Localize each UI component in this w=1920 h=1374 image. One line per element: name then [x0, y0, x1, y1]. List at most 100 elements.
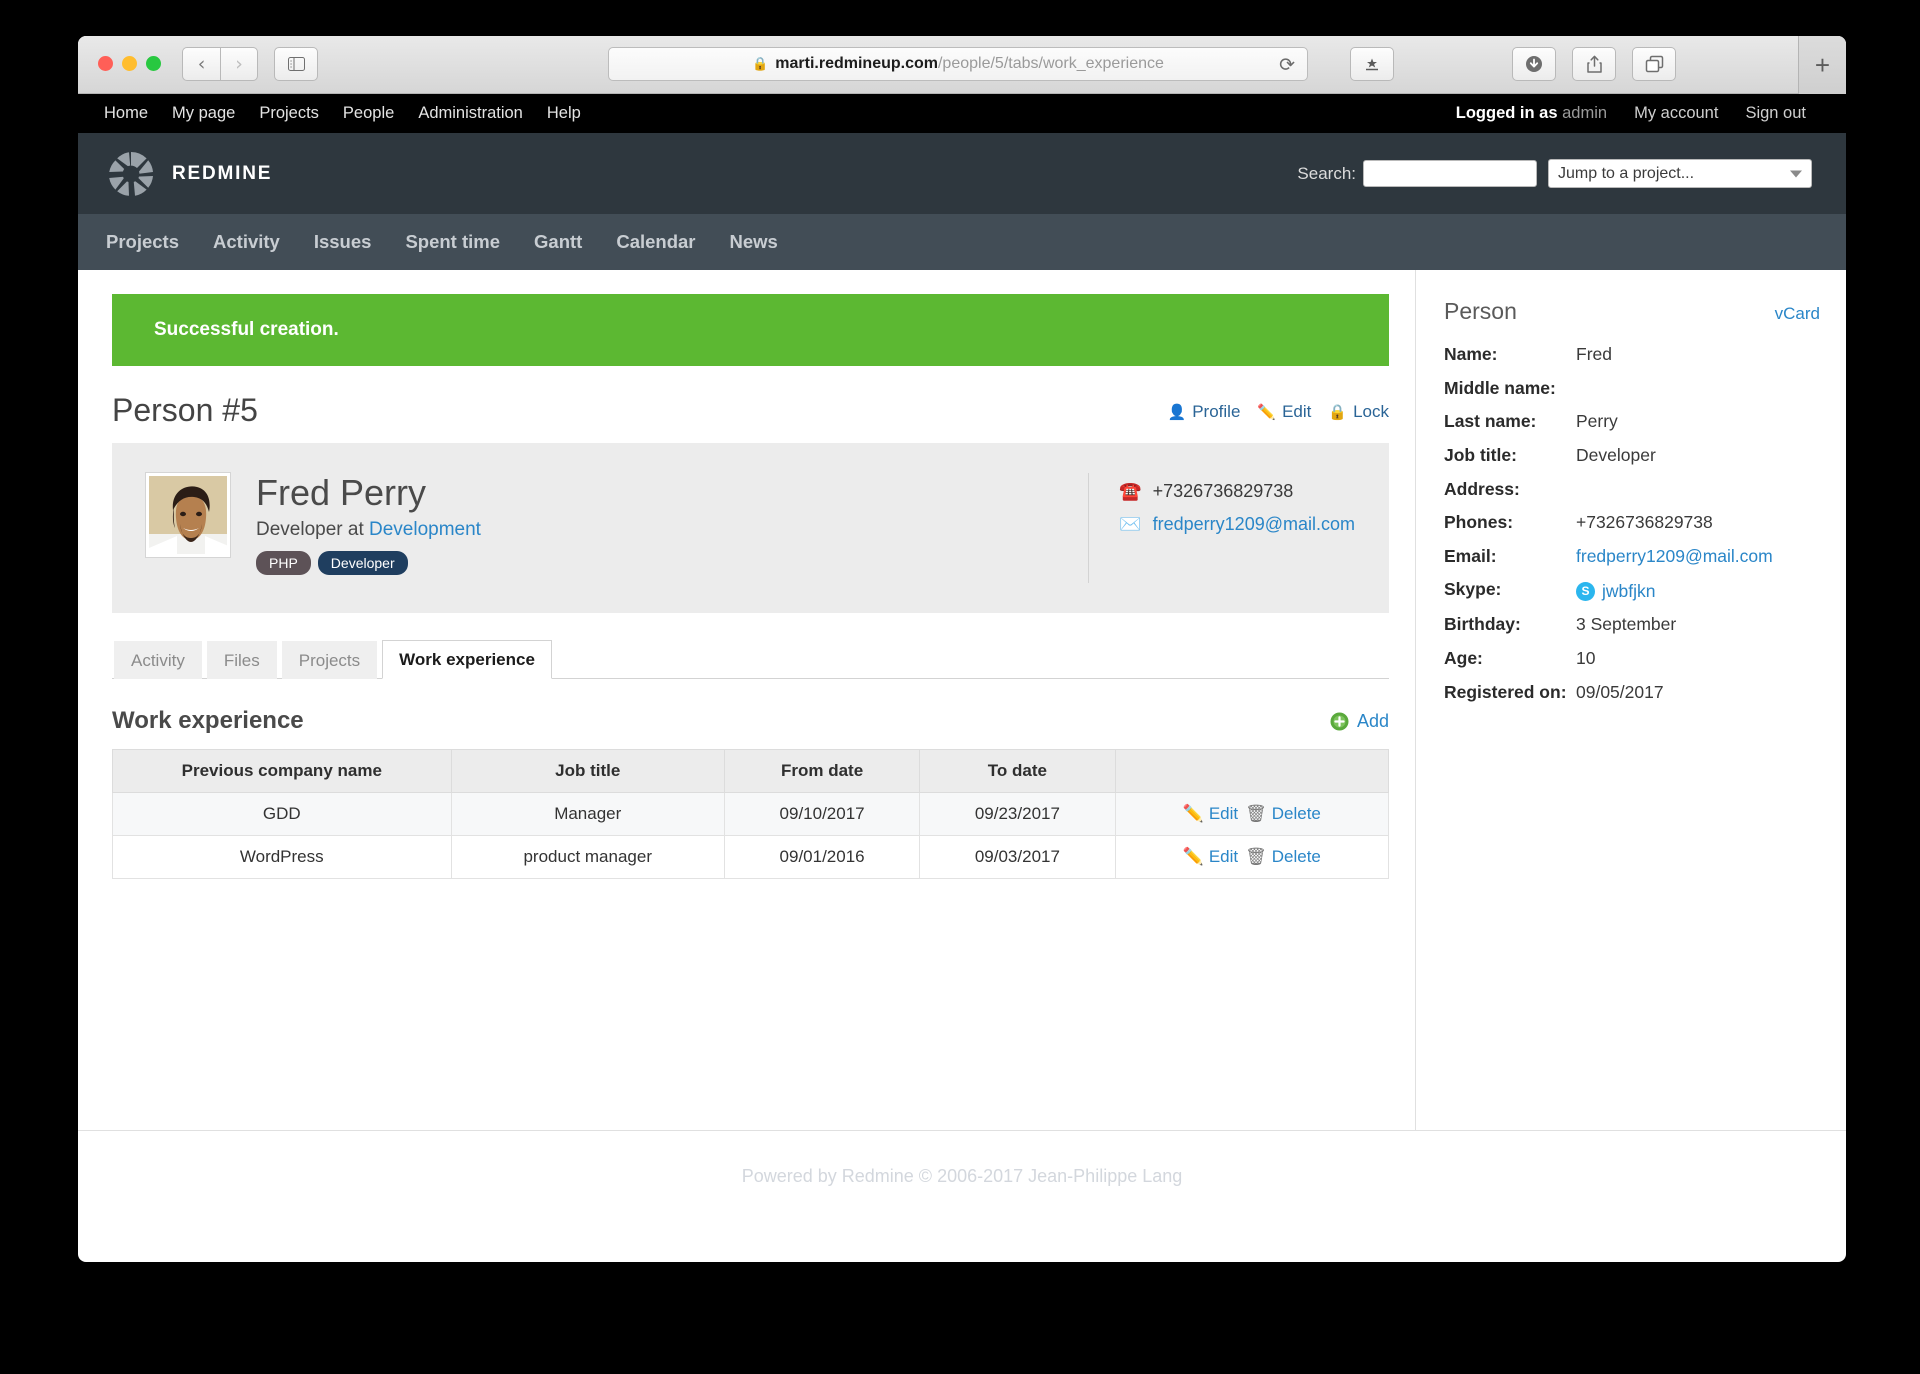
add-work-experience-button[interactable]: Add [1330, 711, 1389, 732]
address-bar[interactable]: 🔒 marti.redmineup.com/people/5/tabs/work… [608, 47, 1308, 81]
attr-value: 09/05/2017 [1576, 681, 1664, 705]
logged-in-username[interactable]: admin [1562, 104, 1607, 122]
attr-value: S jwbfjkn [1576, 578, 1656, 603]
main-menu-item-calendar[interactable]: Calendar [616, 231, 695, 253]
person-phone-row: ☎️ +7326736829738 [1119, 481, 1355, 502]
lock-action-label: Lock [1353, 402, 1389, 422]
person-tags: PHP Developer [256, 551, 481, 575]
main-menu-item-issues[interactable]: Issues [314, 231, 372, 253]
sidebar-email-link[interactable]: fredperry1209@mail.com [1576, 546, 1773, 566]
row-edit-button[interactable]: ✏️ Edit [1183, 847, 1238, 867]
project-jump-select[interactable]: Jump to a project... [1548, 159, 1812, 188]
profile-action-label: Profile [1192, 402, 1240, 422]
main-menu-item-activity[interactable]: Activity [213, 231, 280, 253]
tab-work-experience[interactable]: Work experience [382, 640, 552, 679]
edit-action[interactable]: ✏️ Edit [1257, 402, 1311, 422]
row-edit-button[interactable]: ✏️ Edit [1183, 804, 1238, 824]
main-menu-item-gantt[interactable]: Gantt [534, 231, 582, 253]
maximize-window-button[interactable] [146, 56, 161, 71]
tab-files[interactable]: Files [207, 641, 277, 679]
table-row: WordPress product manager 09/01/2016 09/… [113, 836, 1389, 879]
search-label: Search: [1297, 164, 1356, 184]
app-logo[interactable]: REDMINE [106, 149, 272, 199]
flash-message: Successful creation. [154, 319, 339, 340]
top-menu-item-projects[interactable]: Projects [259, 104, 319, 123]
my-account-link[interactable]: My account [1634, 104, 1718, 123]
search-input[interactable] [1363, 160, 1537, 187]
downloads-button[interactable] [1512, 47, 1556, 81]
page-title: Person #5 [112, 392, 258, 429]
main-menu-item-spent-time[interactable]: Spent time [405, 231, 500, 253]
tag-developer[interactable]: Developer [318, 551, 408, 575]
content-area: Successful creation. Person #5 👤 Profile… [78, 270, 1846, 1130]
attr-registered-on: Registered on: 09/05/2017 [1444, 681, 1820, 705]
work-experience-table: Previous company name Job title From dat… [112, 749, 1389, 879]
reload-icon[interactable]: ⟳ [1279, 54, 1295, 77]
back-button[interactable]: ‹ [182, 47, 220, 81]
top-menu-item-administration[interactable]: Administration [418, 104, 523, 123]
tag-php[interactable]: PHP [256, 551, 311, 575]
envelope-icon: ✉️ [1119, 514, 1141, 535]
downloads-icon [1524, 54, 1544, 74]
profile-action[interactable]: 👤 Profile [1168, 402, 1241, 422]
row-delete-button[interactable]: 🗑 Delete [1245, 804, 1321, 824]
attr-label: Last name: [1444, 410, 1576, 434]
lock-action[interactable]: 🔒 Lock [1328, 402, 1389, 422]
share-button[interactable] [1572, 47, 1616, 81]
sign-out-link[interactable]: Sign out [1745, 104, 1806, 123]
sidebar-toggle-button[interactable] [274, 47, 318, 81]
tab-activity[interactable]: Activity [114, 641, 202, 679]
app-header: REDMINE Search: Jump to a project... [78, 133, 1846, 214]
lock-icon: 🔒 [752, 56, 768, 72]
sidebar-toggle-icon [288, 57, 305, 71]
attr-skype: Skype: S jwbfjkn [1444, 578, 1820, 603]
person-tabs: Activity Files Projects Work experience [112, 639, 1389, 679]
row-delete-label: Delete [1272, 804, 1321, 824]
person-attributes: Name: Fred Middle name: Last name: Perry… [1444, 343, 1820, 704]
bookmark-button[interactable] [1350, 47, 1394, 81]
attr-last-name: Last name: Perry [1444, 410, 1820, 434]
new-tab-button[interactable]: + [1798, 36, 1846, 94]
top-menu-item-help[interactable]: Help [547, 104, 581, 123]
main-menu-bar: Projects Activity Issues Spent time Gant… [78, 214, 1846, 270]
forward-button[interactable]: › [220, 47, 258, 81]
work-experience-heading: Work experience [112, 707, 304, 735]
window-controls [98, 56, 161, 71]
row-actions: ✏️ Edit 🗑 Delete [1124, 847, 1380, 867]
close-window-button[interactable] [98, 56, 113, 71]
avatar [146, 473, 230, 557]
page-footer: Powered by Redmine © 2006-2017 Jean-Phil… [78, 1130, 1846, 1222]
person-company-link[interactable]: Development [369, 519, 481, 540]
cell-from-date: 09/10/2017 [724, 793, 919, 836]
cell-from-date: 09/01/2016 [724, 836, 919, 879]
minimize-window-button[interactable] [122, 56, 137, 71]
plus-icon: + [1815, 50, 1830, 81]
skype-icon: S [1576, 582, 1595, 601]
top-menu-item-my-page[interactable]: My page [172, 104, 235, 123]
vcard-link[interactable]: vCard [1775, 304, 1820, 324]
sidebar-title: Person [1444, 298, 1517, 325]
sidebar-skype-link[interactable]: jwbfjkn [1602, 580, 1656, 604]
logged-in-status: Logged in as admin [1456, 104, 1607, 123]
lock-icon: 🔒 [1328, 405, 1347, 420]
show-tabs-button[interactable] [1632, 47, 1676, 81]
top-menu-bar: Home My page Projects People Administrat… [78, 94, 1846, 133]
user-profile-icon: 👤 [1168, 405, 1187, 420]
top-menu-item-people[interactable]: People [343, 104, 394, 123]
row-delete-label: Delete [1272, 847, 1321, 867]
attr-label: Phones: [1444, 511, 1576, 535]
person-email-link[interactable]: fredperry1209@mail.com [1153, 514, 1355, 535]
cell-job-title: Manager [451, 793, 724, 836]
main-menu-item-projects[interactable]: Projects [106, 231, 179, 253]
attr-value: Fred [1576, 343, 1612, 367]
main-menu-item-news[interactable]: News [730, 231, 778, 253]
sidebar-header: Person vCard [1444, 298, 1820, 325]
main-column: Successful creation. Person #5 👤 Profile… [78, 270, 1416, 1130]
tab-projects[interactable]: Projects [282, 641, 377, 679]
attr-name: Name: Fred [1444, 343, 1820, 367]
row-delete-button[interactable]: 🗑 Delete [1245, 847, 1321, 867]
top-menu-item-home[interactable]: Home [104, 104, 148, 123]
attr-label: Address: [1444, 478, 1576, 502]
footer-text: Powered by Redmine © 2006-2017 Jean-Phil… [742, 1166, 1183, 1187]
column-actions [1115, 750, 1388, 793]
